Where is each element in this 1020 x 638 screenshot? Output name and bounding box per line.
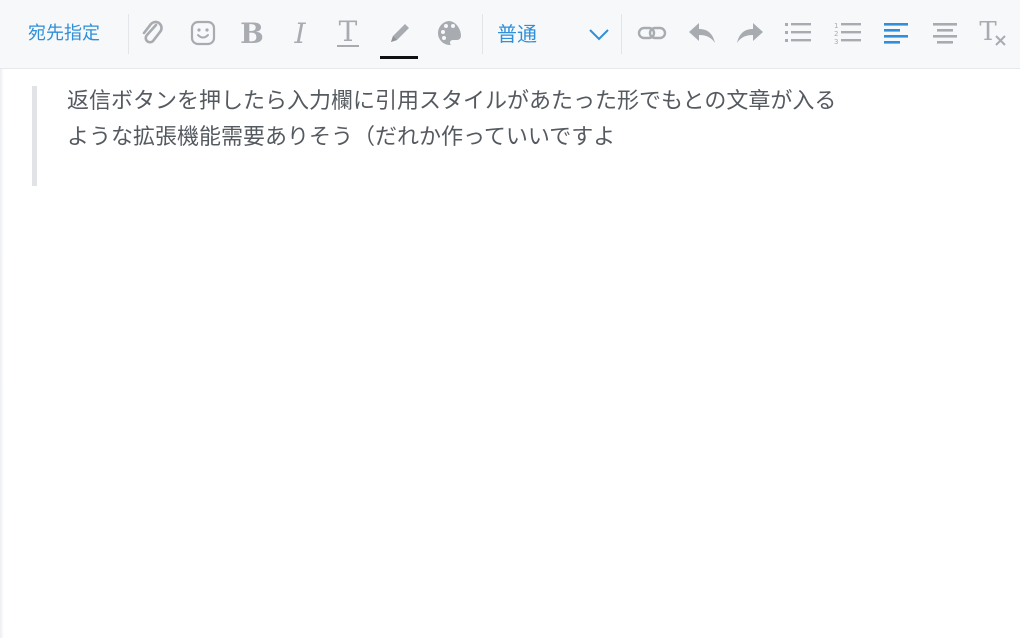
font-size-select[interactable]: 普通	[490, 14, 616, 54]
forward-arrow-icon	[735, 19, 765, 47]
reply-arrow-icon	[687, 19, 717, 47]
clear-format-icon: T	[978, 18, 1010, 48]
paperclip-icon	[139, 18, 165, 48]
redo-button[interactable]	[732, 14, 768, 52]
smiley-icon	[189, 19, 217, 47]
bold-button[interactable]: B	[234, 14, 270, 52]
bullet-list-button[interactable]	[780, 14, 816, 52]
numbered-list-icon: 1 2 3	[833, 20, 863, 46]
italic-button[interactable]: I	[282, 14, 318, 52]
svg-text:T: T	[979, 18, 997, 47]
link-icon	[637, 21, 667, 45]
toolbar-divider	[482, 14, 483, 54]
emoji-button[interactable]	[185, 14, 221, 52]
pencil-icon	[385, 18, 413, 48]
svg-text:I: I	[293, 18, 306, 48]
link-button[interactable]	[634, 14, 670, 52]
align-left-button[interactable]	[878, 14, 914, 52]
chevron-down-icon	[588, 24, 610, 48]
svg-text:2: 2	[834, 30, 838, 38]
editor-left-edge	[0, 69, 4, 638]
numbered-list-button[interactable]: 1 2 3	[830, 14, 866, 52]
svg-text:3: 3	[834, 38, 838, 46]
svg-text:B: B	[240, 18, 264, 48]
underline-button[interactable]: T	[330, 14, 366, 52]
message-editor: 宛先指定 B I T 普通 1 2 3 T 返信ボタンを押したら入力欄に引用スタ…	[0, 0, 1020, 638]
attach-button[interactable]	[134, 14, 170, 52]
formatting-toolbar: 宛先指定 B I T 普通 1 2 3 T	[0, 0, 1020, 69]
highlight-color-indicator	[380, 56, 418, 59]
recipient-button[interactable]: 宛先指定	[28, 20, 100, 48]
highlight-button[interactable]	[381, 14, 417, 52]
svg-text:T: T	[339, 17, 358, 48]
align-center-icon	[930, 20, 960, 46]
align-left-icon	[881, 20, 911, 46]
blockquote: 返信ボタンを押したら入力欄に引用スタイルがあたった形でもとの文章が入る ような拡…	[32, 86, 977, 186]
font-size-value: 普通	[497, 22, 537, 46]
palette-icon	[434, 18, 464, 48]
align-center-button[interactable]	[927, 14, 963, 52]
bullet-list-icon	[783, 20, 813, 46]
undo-button[interactable]	[684, 14, 720, 52]
toolbar-divider	[128, 14, 129, 54]
svg-text:1: 1	[834, 22, 838, 30]
clear-format-button[interactable]: T	[976, 14, 1012, 52]
underline-icon: T	[334, 17, 362, 49]
bold-icon: B	[239, 18, 265, 48]
text-color-button[interactable]	[431, 14, 467, 52]
quote-line-1: 返信ボタンを押したら入力欄に引用スタイルがあたった形でもとの文章が入る	[67, 89, 837, 114]
quote-line-2: ような拡張機能需要ありそう（だれか作っていいですよ	[67, 125, 616, 150]
italic-icon: I	[287, 18, 313, 48]
toolbar-divider	[621, 14, 622, 54]
